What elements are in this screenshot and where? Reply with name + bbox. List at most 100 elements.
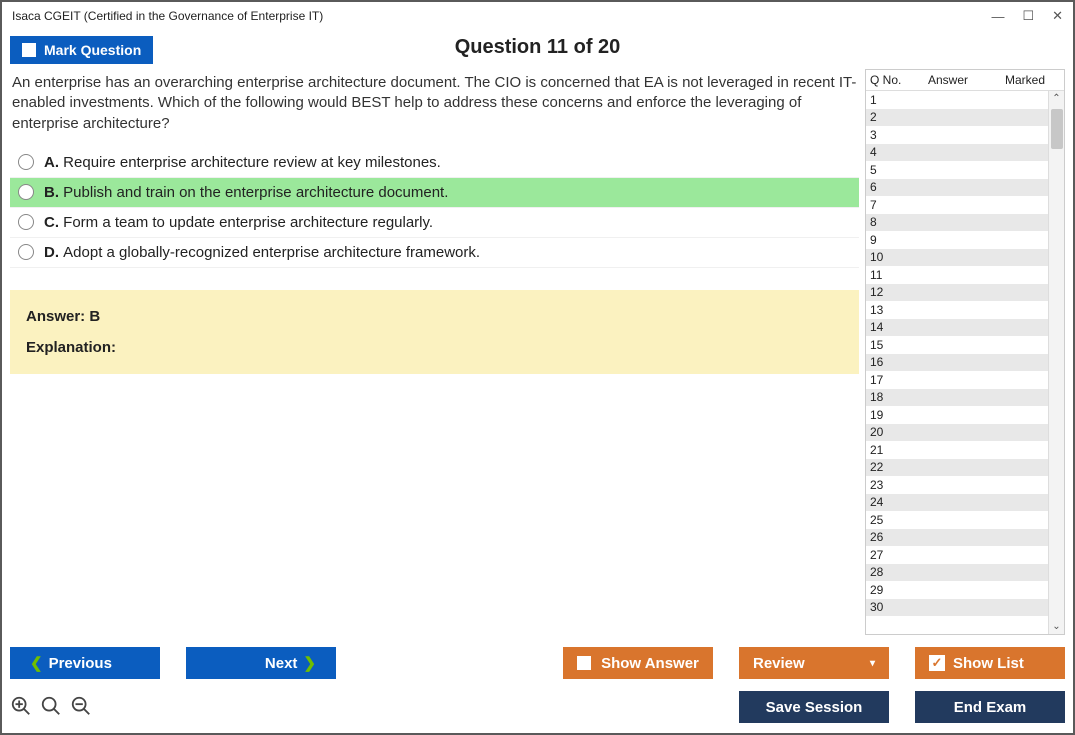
question-list-row[interactable]: 1 — [866, 91, 1064, 109]
question-list-row[interactable]: 23 — [866, 476, 1064, 494]
chevron-right-icon: ❯ — [303, 654, 316, 672]
question-list-row[interactable]: 14 — [866, 319, 1064, 337]
question-list-row[interactable]: 8 — [866, 214, 1064, 232]
choice-label: D. Adopt a globally-recognized enterpris… — [44, 244, 480, 261]
show-answer-button[interactable]: Show Answer — [563, 647, 713, 679]
question-number: 11 — [870, 268, 910, 282]
show-list-label: Show List — [953, 655, 1024, 672]
question-list-row[interactable]: 18 — [866, 389, 1064, 407]
question-list-header: Q No. Answer Marked — [866, 70, 1064, 91]
question-list-row[interactable]: 15 — [866, 336, 1064, 354]
col-marked: Marked — [986, 73, 1064, 87]
choice-a[interactable]: A. Require enterprise architecture revie… — [10, 148, 859, 178]
question-number: 18 — [870, 390, 910, 404]
question-list-row[interactable]: 12 — [866, 284, 1064, 302]
question-number: 13 — [870, 303, 910, 317]
question-list-row[interactable]: 6 — [866, 179, 1064, 197]
question-list-row[interactable]: 9 — [866, 231, 1064, 249]
titlebar: Isaca CGEIT (Certified in the Governance… — [2, 2, 1073, 30]
question-list-row[interactable]: 2 — [866, 109, 1064, 127]
question-text: An enterprise has an overarching enterpr… — [10, 69, 859, 148]
question-number: 17 — [870, 373, 910, 387]
choice-d[interactable]: D. Adopt a globally-recognized enterpris… — [10, 238, 859, 268]
question-list-row[interactable]: 29 — [866, 581, 1064, 599]
question-number: 15 — [870, 338, 910, 352]
question-number: 27 — [870, 548, 910, 562]
save-session-label: Save Session — [766, 699, 863, 716]
question-list-row[interactable]: 13 — [866, 301, 1064, 319]
maximize-icon[interactable]: ☐ — [1022, 8, 1034, 24]
show-list-button[interactable]: ✓ Show List — [915, 647, 1065, 679]
zoom-reset-icon[interactable] — [40, 695, 62, 720]
choice-label: B. Publish and train on the enterprise a… — [44, 184, 448, 201]
question-list-row[interactable]: 4 — [866, 144, 1064, 162]
checkbox-icon — [22, 43, 36, 57]
radio-icon — [18, 214, 34, 230]
zoom-controls — [10, 695, 92, 720]
question-number: 20 — [870, 425, 910, 439]
question-number: 7 — [870, 198, 910, 212]
footer: ❮ Previous Next ❯ Show Answer Review ▾ ✓… — [2, 635, 1073, 733]
end-exam-label: End Exam — [954, 699, 1027, 716]
zoom-in-icon[interactable] — [10, 695, 32, 720]
zoom-out-icon[interactable] — [70, 695, 92, 720]
save-session-button[interactable]: Save Session — [739, 691, 889, 723]
window-title: Isaca CGEIT (Certified in the Governance… — [12, 9, 983, 23]
minimize-icon[interactable]: — — [991, 9, 1004, 24]
answer-box: Answer: B Explanation: — [10, 290, 859, 374]
question-list-row[interactable]: 17 — [866, 371, 1064, 389]
question-number: 4 — [870, 145, 910, 159]
question-list-row[interactable]: 19 — [866, 406, 1064, 424]
question-number: 10 — [870, 250, 910, 264]
app-window: Isaca CGEIT (Certified in the Governance… — [0, 0, 1075, 735]
choices-list: A. Require enterprise architecture revie… — [10, 148, 859, 268]
main-panel: An enterprise has an overarching enterpr… — [10, 69, 859, 635]
question-list-row[interactable]: 25 — [866, 511, 1064, 529]
header-bar: Mark Question Question 11 of 20 — [2, 30, 1073, 65]
question-number: 8 — [870, 215, 910, 229]
radio-icon — [18, 244, 34, 260]
scroll-down-icon[interactable]: ⌄ — [1052, 619, 1060, 634]
scrollbar[interactable]: ⌃ ⌄ — [1048, 91, 1064, 634]
question-number: 30 — [870, 600, 910, 614]
scroll-thumb[interactable] — [1051, 109, 1063, 149]
explanation-label: Explanation: — [26, 339, 843, 356]
question-number: 26 — [870, 530, 910, 544]
question-list-row[interactable]: 5 — [866, 161, 1064, 179]
question-list-row[interactable]: 22 — [866, 459, 1064, 477]
question-list-row[interactable]: 11 — [866, 266, 1064, 284]
chevron-left-icon: ❮ — [30, 654, 43, 672]
next-button[interactable]: Next ❯ — [186, 647, 336, 679]
review-label: Review — [753, 655, 805, 672]
next-label: Next — [265, 655, 298, 672]
answer-line: Answer: B — [26, 308, 843, 325]
question-list-row[interactable]: 20 — [866, 424, 1064, 442]
previous-label: Previous — [49, 655, 112, 672]
question-list-row[interactable]: 21 — [866, 441, 1064, 459]
checkbox-checked-icon: ✓ — [929, 655, 945, 671]
choice-b[interactable]: B. Publish and train on the enterprise a… — [10, 178, 859, 208]
question-number: 9 — [870, 233, 910, 247]
question-list-row[interactable]: 16 — [866, 354, 1064, 372]
question-list-row[interactable]: 30 — [866, 599, 1064, 617]
radio-icon — [18, 154, 34, 170]
previous-button[interactable]: ❮ Previous — [10, 647, 160, 679]
question-list-row[interactable]: 27 — [866, 546, 1064, 564]
end-exam-button[interactable]: End Exam — [915, 691, 1065, 723]
question-number: 14 — [870, 320, 910, 334]
question-list-row[interactable]: 26 — [866, 529, 1064, 547]
scroll-up-icon[interactable]: ⌃ — [1052, 91, 1060, 106]
question-number: 6 — [870, 180, 910, 194]
footer-row-1: ❮ Previous Next ❯ Show Answer Review ▾ ✓… — [10, 647, 1065, 679]
review-button[interactable]: Review ▾ — [739, 647, 889, 679]
question-list-row[interactable]: 7 — [866, 196, 1064, 214]
question-number: 5 — [870, 163, 910, 177]
question-list-row[interactable]: 28 — [866, 564, 1064, 582]
close-icon[interactable]: ✕ — [1052, 8, 1063, 24]
question-list-row[interactable]: 10 — [866, 249, 1064, 267]
choice-c[interactable]: C. Form a team to update enterprise arch… — [10, 208, 859, 238]
mark-question-button[interactable]: Mark Question — [10, 36, 153, 64]
question-list-row[interactable]: 3 — [866, 126, 1064, 144]
question-list-row[interactable]: 24 — [866, 494, 1064, 512]
window-controls: — ☐ ✕ — [991, 8, 1063, 24]
